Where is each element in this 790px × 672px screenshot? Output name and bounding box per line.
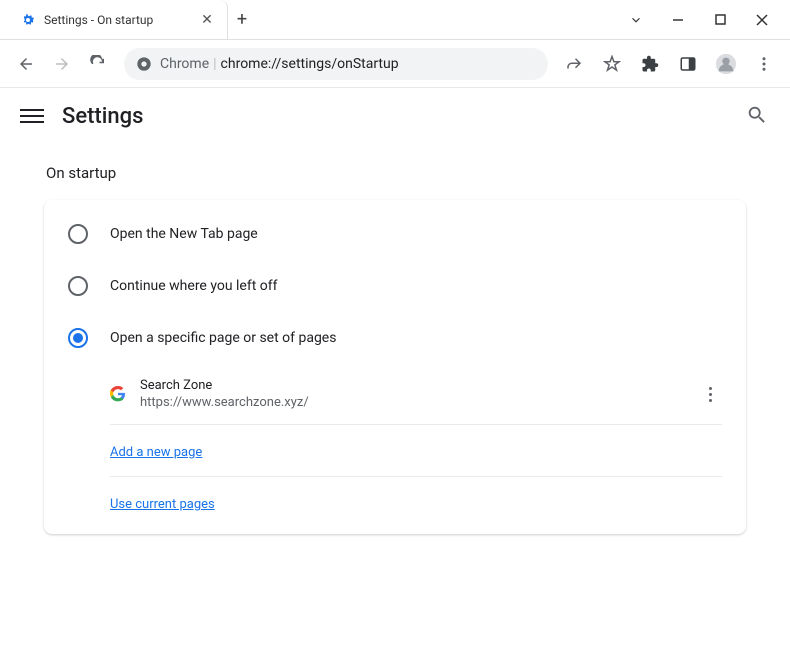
page-actions-menu-icon[interactable] — [698, 382, 722, 406]
startup-card: Open the New Tab page Continue where you… — [44, 200, 746, 534]
sidepanel-icon[interactable] — [672, 48, 704, 80]
settings-header: Settings — [0, 88, 790, 144]
chevron-down-icon[interactable] — [626, 10, 646, 30]
browser-tab[interactable]: Settings - On startup ✕ — [8, 0, 228, 39]
back-button[interactable] — [10, 48, 42, 80]
radio-icon — [68, 276, 88, 296]
option-new-tab[interactable]: Open the New Tab page — [68, 208, 722, 260]
minimize-button[interactable] — [668, 10, 688, 30]
radio-label: Continue where you left off — [110, 278, 278, 294]
menu-kebab-icon[interactable] — [748, 48, 780, 80]
window-titlebar: Settings - On startup ✕ + — [0, 0, 790, 40]
share-icon[interactable] — [558, 48, 590, 80]
option-continue[interactable]: Continue where you left off — [68, 260, 722, 312]
option-specific-pages[interactable]: Open a specific page or set of pages — [68, 312, 722, 364]
gear-icon — [20, 12, 36, 28]
add-new-page-row: Add a new page — [110, 425, 722, 477]
new-tab-button[interactable]: + — [228, 9, 256, 30]
profile-avatar-icon[interactable] — [710, 48, 742, 80]
radio-label: Open the New Tab page — [110, 226, 258, 242]
url-text: Chrome | chrome://settings/onStartup — [160, 56, 399, 72]
maximize-button[interactable] — [710, 10, 730, 30]
settings-content: On startup Open the New Tab page Continu… — [0, 144, 790, 544]
reload-button[interactable] — [82, 48, 114, 80]
chrome-icon — [136, 56, 152, 72]
startup-pages-list: Search Zone https://www.searchzone.xyz/ … — [110, 364, 722, 534]
section-title: On startup — [46, 164, 746, 182]
forward-button[interactable] — [46, 48, 78, 80]
google-favicon-icon — [110, 386, 126, 402]
browser-toolbar: Chrome | chrome://settings/onStartup — [0, 40, 790, 88]
hamburger-menu-icon[interactable] — [20, 104, 44, 128]
use-current-pages-row: Use current pages — [110, 477, 722, 534]
search-icon[interactable] — [746, 104, 770, 128]
radio-icon-selected — [68, 328, 88, 348]
add-new-page-link[interactable]: Add a new page — [110, 445, 202, 460]
window-controls — [626, 10, 790, 30]
tab-title: Settings - On startup — [44, 13, 191, 27]
close-tab-icon[interactable]: ✕ — [199, 12, 215, 28]
radio-label: Open a specific page or set of pages — [110, 330, 336, 346]
page-title: Settings — [62, 104, 143, 129]
startup-page-entry: Search Zone https://www.searchzone.xyz/ — [110, 364, 722, 425]
extensions-icon[interactable] — [634, 48, 666, 80]
use-current-pages-link[interactable]: Use current pages — [110, 497, 215, 512]
close-window-button[interactable] — [752, 10, 772, 30]
radio-icon — [68, 224, 88, 244]
bookmark-star-icon[interactable] — [596, 48, 628, 80]
startup-page-url: https://www.searchzone.xyz/ — [140, 395, 684, 410]
startup-page-name: Search Zone — [140, 378, 684, 393]
address-bar[interactable]: Chrome | chrome://settings/onStartup — [124, 48, 548, 80]
